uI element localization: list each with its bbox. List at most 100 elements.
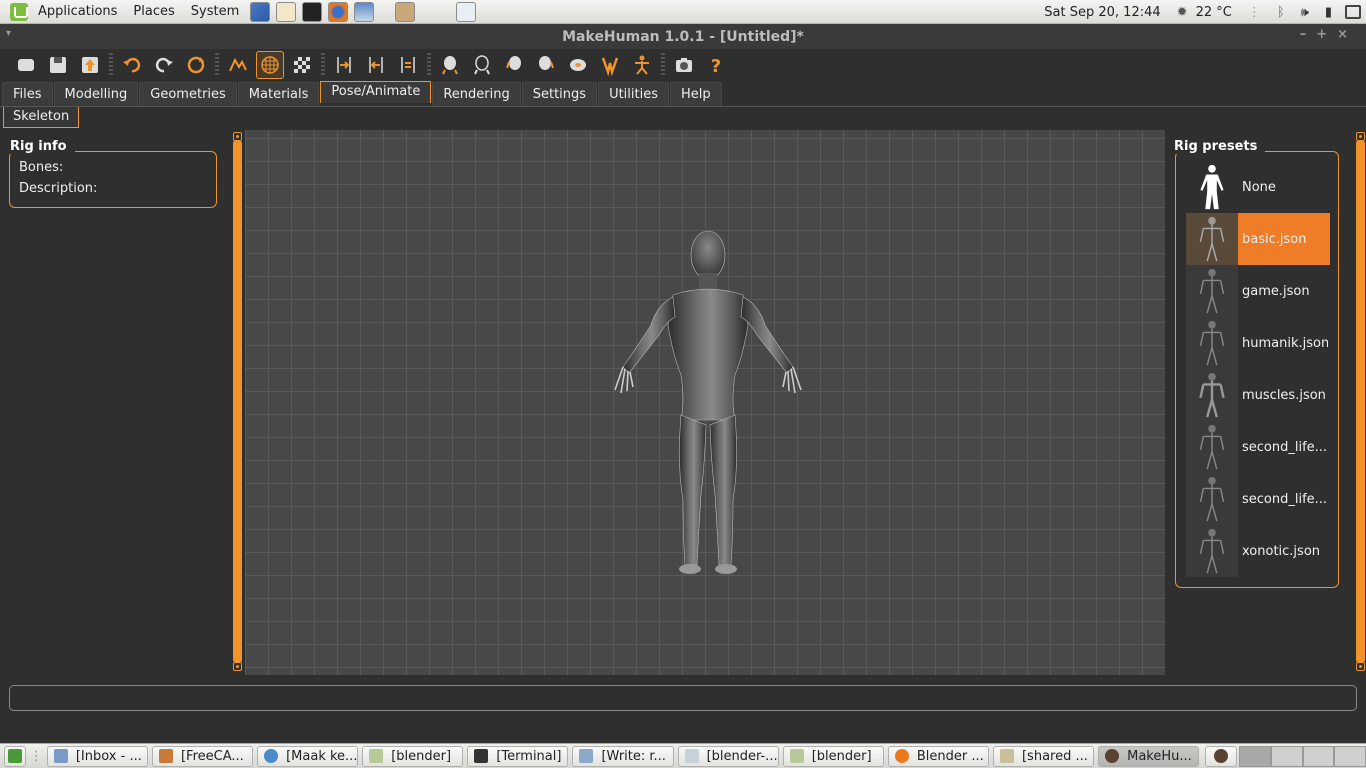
- show-desktop-icon[interactable]: [456, 1, 477, 22]
- tab-files[interactable]: Files: [2, 82, 53, 106]
- toolbar-separator: [427, 53, 431, 77]
- preset-item-basic[interactable]: basic.json: [1186, 213, 1330, 265]
- preset-item-humanik[interactable]: humanik.json: [1186, 317, 1330, 369]
- preset-item-second-life-2[interactable]: second_life...: [1186, 473, 1330, 525]
- battery-icon[interactable]: [1345, 5, 1361, 19]
- window-controls[interactable]: –+×: [1300, 27, 1358, 42]
- task-makehuman-2[interactable]: [1205, 745, 1238, 767]
- text-editor-launcher-icon[interactable]: [276, 1, 297, 22]
- subtab-skeleton[interactable]: Skeleton: [3, 107, 80, 128]
- preset-label: muscles.json: [1242, 387, 1326, 403]
- workspace-2[interactable]: [1270, 745, 1303, 767]
- main-tabs: Files Modelling Geometries Materials Pos…: [0, 81, 1366, 106]
- mint-menu-icon[interactable]: [10, 2, 28, 21]
- right-panel-splitter[interactable]: [1356, 141, 1365, 662]
- side-view-icon[interactable]: [532, 51, 560, 79]
- preset-item-none[interactable]: None: [1186, 161, 1330, 213]
- menu-places[interactable]: Places: [125, 0, 182, 24]
- tab-settings[interactable]: Settings: [521, 82, 598, 106]
- network-icon[interactable]: ▮: [1317, 5, 1340, 20]
- clock[interactable]: Sat Sep 20, 12:44: [1036, 5, 1168, 20]
- task-blender[interactable]: Blender ...: [887, 745, 989, 767]
- redo-icon[interactable]: [150, 51, 178, 79]
- window-titlebar[interactable]: ▾ MakeHuman 1.0.1 - [Untitled]* –+×: [0, 24, 1366, 49]
- top-head-icon[interactable]: [564, 51, 592, 79]
- tab-utilities[interactable]: Utilities: [598, 82, 669, 106]
- right-view-icon[interactable]: [436, 51, 464, 79]
- pose-icon[interactable]: [628, 51, 656, 79]
- browser-icon: [264, 749, 279, 763]
- tab-rendering[interactable]: Rendering: [432, 82, 521, 106]
- left-splitter-top-handle[interactable]: [233, 132, 242, 141]
- task-makehuman[interactable]: MakeHu...: [1098, 745, 1200, 767]
- task-terminal[interactable]: [Terminal]: [467, 745, 569, 767]
- back-view-icon[interactable]: [362, 51, 390, 79]
- left-splitter-bottom-handle[interactable]: [233, 662, 242, 671]
- document-icon: [684, 749, 699, 763]
- human-model[interactable]: [585, 225, 825, 580]
- background-icon[interactable]: [288, 51, 316, 79]
- weather-temp[interactable]: 22 °C: [1196, 5, 1240, 20]
- workspace-4[interactable]: [1334, 745, 1366, 767]
- screenshot-icon[interactable]: [670, 51, 698, 79]
- help-icon[interactable]: ?: [702, 51, 730, 79]
- reset-camera-icon[interactable]: [596, 51, 624, 79]
- preset-item-game[interactable]: game.json: [1186, 265, 1330, 317]
- task-browser[interactable]: [Maak ke...: [257, 745, 359, 767]
- preset-item-muscles[interactable]: muscles.json: [1186, 369, 1330, 421]
- rig-presets-title: Rig presets: [1174, 139, 1266, 154]
- left-panel-splitter[interactable]: [233, 141, 242, 662]
- reset-icon[interactable]: [182, 51, 210, 79]
- task-blender-doc[interactable]: [blender-...: [677, 745, 779, 767]
- task-shared[interactable]: [shared ...: [992, 745, 1095, 767]
- wireframe-icon[interactable]: [256, 51, 284, 79]
- tab-materials[interactable]: Materials: [237, 82, 320, 106]
- undo-icon[interactable]: [118, 51, 146, 79]
- top-view-icon[interactable]: [468, 51, 496, 79]
- save-icon[interactable]: [44, 51, 72, 79]
- preset-item-second-life-1[interactable]: second_life....: [1186, 421, 1330, 473]
- svg-text:?: ?: [711, 56, 721, 76]
- task-label: [blender]: [811, 748, 872, 764]
- main-toolbar: ?: [0, 49, 1366, 81]
- volume-icon[interactable]: 🕪: [1293, 5, 1317, 20]
- inkscape-launcher-icon[interactable]: [250, 1, 271, 22]
- status-field[interactable]: [9, 685, 1357, 711]
- task-inbox[interactable]: [Inbox - ...: [46, 745, 148, 767]
- 3d-viewport[interactable]: [245, 130, 1165, 675]
- preset-item-xonotic[interactable]: xonotic.json: [1186, 525, 1330, 577]
- export-icon[interactable]: [76, 51, 104, 79]
- right-splitter-top-handle[interactable]: [1356, 132, 1365, 141]
- bluetooth-icon[interactable]: ᛒ: [1269, 5, 1293, 20]
- tab-help[interactable]: Help: [670, 82, 722, 106]
- skeleton-thumbnail-icon: [1186, 317, 1238, 369]
- preset-label: xonotic.json: [1242, 543, 1321, 559]
- menu-system[interactable]: System: [183, 0, 247, 24]
- workspace-1[interactable]: [1239, 745, 1271, 767]
- terminal-launcher-icon[interactable]: [302, 1, 323, 22]
- tab-modelling[interactable]: Modelling: [53, 82, 139, 106]
- task-label: [Write: r...: [601, 748, 666, 764]
- right-splitter-bottom-handle[interactable]: [1356, 662, 1365, 671]
- task-write[interactable]: [Write: r...: [572, 745, 674, 767]
- task-blender-folder-2[interactable]: [blender]: [782, 745, 884, 767]
- toolbar-separator: [661, 53, 665, 77]
- thunderbird-launcher-icon[interactable]: [354, 1, 375, 22]
- new-icon[interactable]: [12, 51, 40, 79]
- left-view-icon[interactable]: [394, 51, 422, 79]
- menu-applications[interactable]: Applications: [30, 0, 125, 24]
- task-freecad[interactable]: [FreeCA...: [151, 745, 254, 767]
- window-menu-icon[interactable]: ▾: [6, 28, 11, 39]
- front-view-icon[interactable]: [330, 51, 358, 79]
- smooth-icon[interactable]: [224, 51, 252, 79]
- workspace-3[interactable]: [1302, 745, 1335, 767]
- weather-icon[interactable]: ✹: [1169, 5, 1196, 20]
- taskbar: ⋮ [Inbox - ... [FreeCA... [Maak ke... [b…: [0, 743, 1366, 768]
- bottom-view-icon[interactable]: [500, 51, 528, 79]
- package-installer-launcher-icon[interactable]: [395, 1, 416, 22]
- firefox-launcher-icon[interactable]: [328, 1, 349, 22]
- tab-geometries[interactable]: Geometries: [139, 82, 237, 106]
- tab-pose-animate[interactable]: Pose/Animate: [320, 81, 432, 103]
- show-desktop-button[interactable]: [4, 745, 26, 767]
- task-blender-folder-1[interactable]: [blender]: [362, 745, 464, 767]
